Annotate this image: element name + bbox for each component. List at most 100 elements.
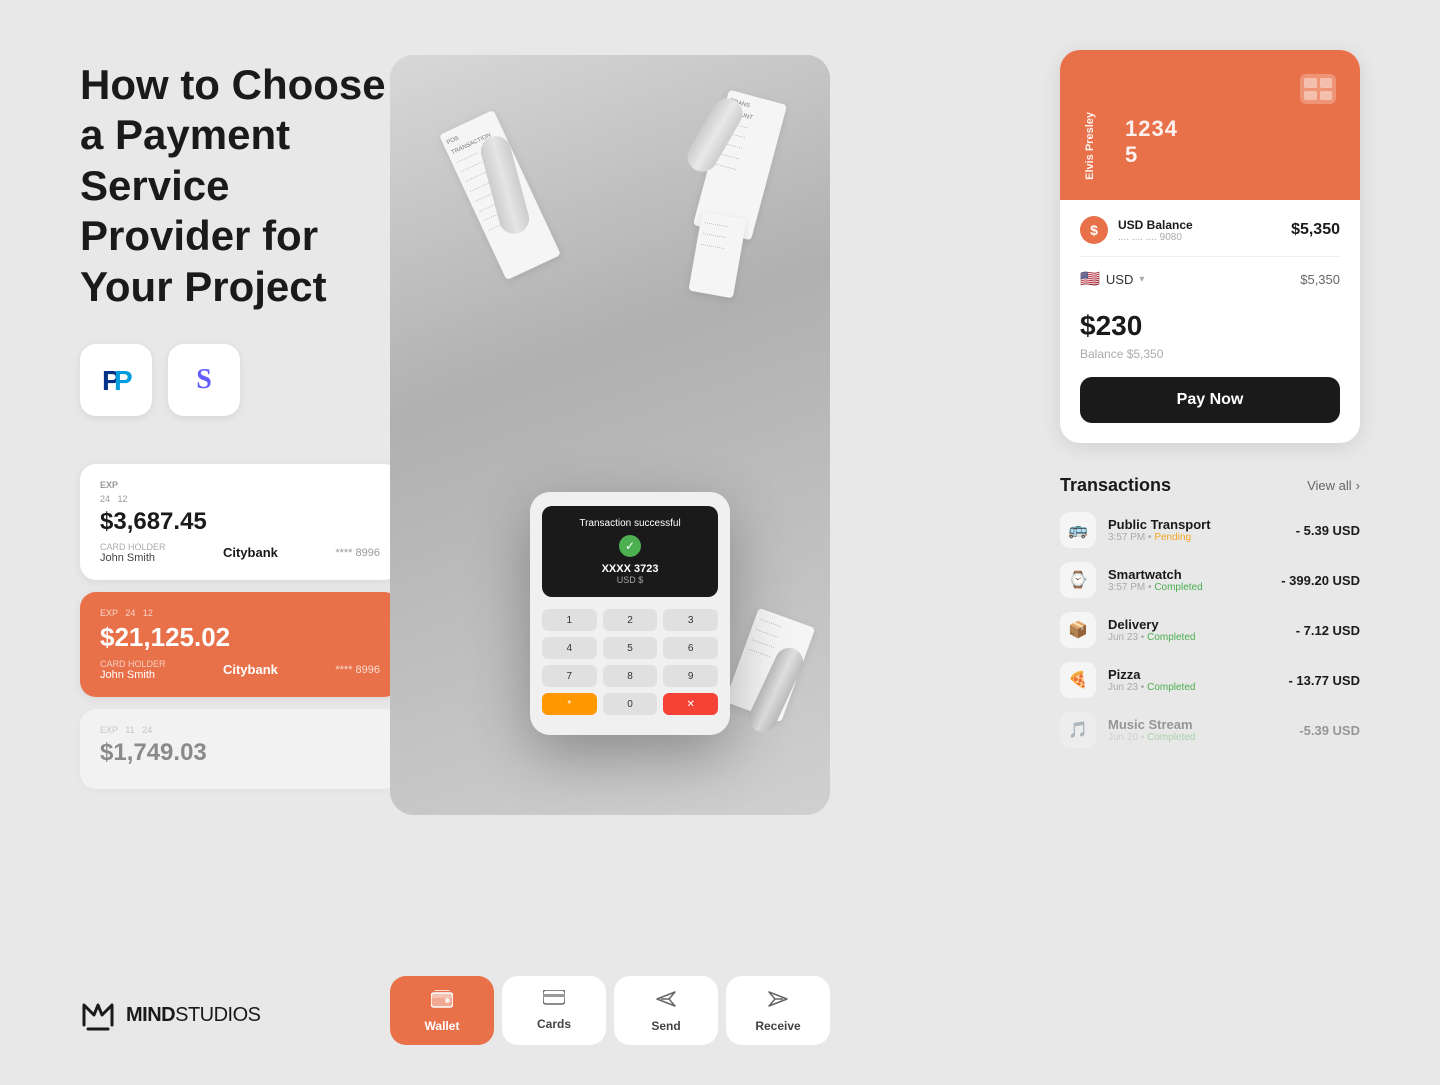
brand-logo: MINDSTUDIOS: [80, 997, 261, 1033]
key-1: 1: [542, 609, 597, 631]
balance-amount: $5,350: [1291, 221, 1340, 239]
view-all-button[interactable]: View all ›: [1307, 478, 1360, 493]
card-amount-1: $3,687.45: [100, 508, 380, 536]
card-number-1: **** 8996: [335, 547, 380, 559]
terminal-card-number: XXXX 3723: [554, 563, 706, 575]
key-5: 5: [603, 637, 658, 659]
dollar-icon: $: [1080, 216, 1108, 244]
bottom-nav: Wallet Cards Send: [390, 976, 830, 1045]
flag-icon: 🇺🇸: [1080, 269, 1100, 289]
currency-amount: $5,350: [1300, 272, 1340, 287]
balance-sub: Balance $5,350: [1080, 347, 1340, 361]
tx-info-5: Music Stream Jun 20 • Completed: [1108, 717, 1287, 743]
cards-widget: EXP 24 12 $3,687.45 Card holder John Smi…: [80, 464, 400, 789]
transaction-item-5: 🎵 Music Stream Jun 20 • Completed -5.39 …: [1060, 712, 1360, 748]
tab-wallet[interactable]: Wallet: [390, 976, 494, 1045]
tx-info-4: Pizza Jun 23 • Completed: [1108, 667, 1276, 693]
tx-date-5: Jun 20 • Completed: [1108, 732, 1287, 743]
balance-row: $ USD Balance .... .... .... 9080 $5,350: [1080, 216, 1340, 257]
tab-cards-label: Cards: [537, 1017, 571, 1031]
key-3: 3: [663, 609, 718, 631]
card-exp-dates: 24 12: [100, 494, 380, 504]
transaction-item-4: 🍕 Pizza Jun 23 • Completed - 13.77 USD: [1060, 662, 1360, 698]
tx-name-4: Pizza: [1108, 667, 1276, 682]
key-2: 2: [603, 609, 658, 631]
balance-left: $ USD Balance .... .... .... 9080: [1080, 216, 1193, 244]
transactions-section: Transactions View all › 🚌 Public Transpo…: [1060, 475, 1360, 748]
card-holder-name-2: John Smith: [100, 669, 166, 681]
stripe-logo: S: [168, 344, 240, 416]
tab-cards[interactable]: Cards: [502, 976, 606, 1045]
payment-card-body: $ USD Balance .... .... .... 9080 $5,350…: [1060, 200, 1360, 443]
key-4: 4: [542, 637, 597, 659]
tx-icon-smartwatch: ⌚: [1060, 562, 1096, 598]
key-0: 0: [603, 693, 658, 715]
transactions-header: Transactions View all ›: [1060, 475, 1360, 496]
key-7: 7: [542, 665, 597, 687]
terminal-screen: Transaction successful ✓ XXXX 3723 USD $: [542, 506, 718, 597]
tx-icon-transport: 🚌: [1060, 512, 1096, 548]
balance-label: USD Balance: [1118, 218, 1193, 232]
transactions-title: Transactions: [1060, 475, 1171, 496]
tx-date-4: Jun 23 • Completed: [1108, 682, 1276, 693]
card-faded: EXP 11 24 $1,749.03: [80, 709, 400, 789]
tx-date-2: 3:57 PM • Completed: [1108, 582, 1269, 593]
center-pos-image: POS TRANSACTION·························…: [390, 55, 830, 815]
balance-info: USD Balance .... .... .... 9080: [1118, 218, 1193, 243]
currency-code: USD: [1106, 272, 1133, 287]
chevron-right-icon: ›: [1356, 478, 1360, 493]
key-6: 6: [663, 637, 718, 659]
send-icon: [655, 990, 677, 1013]
headline: How to Choose a Payment Service Provider…: [80, 60, 400, 312]
tx-amount-5: -5.39 USD: [1299, 723, 1360, 738]
terminal-check-icon: ✓: [619, 535, 641, 557]
card-amount-2: $21,125.02: [100, 622, 380, 653]
chevron-down-icon: ▾: [1139, 274, 1144, 285]
wallet-icon: [431, 990, 453, 1013]
brand-bold: MIND: [126, 1004, 175, 1026]
pay-now-button[interactable]: Pay Now: [1080, 377, 1340, 423]
tab-receive[interactable]: Receive: [726, 976, 830, 1045]
key-9: 9: [663, 665, 718, 687]
send-amount-display: $230: [1080, 297, 1340, 345]
svg-text:P: P: [114, 365, 133, 396]
tab-wallet-label: Wallet: [425, 1019, 460, 1033]
left-column: How to Choose a Payment Service Provider…: [80, 60, 400, 789]
transaction-item-3: 📦 Delivery Jun 23 • Completed - 7.12 USD: [1060, 612, 1360, 648]
card-chip: [1300, 74, 1336, 104]
pos-terminal: Transaction successful ✓ XXXX 3723 USD $…: [530, 492, 730, 735]
tab-receive-label: Receive: [755, 1019, 800, 1033]
tx-date-3: Jun 23 • Completed: [1108, 632, 1284, 643]
transaction-item-1: 🚌 Public Transport 3:57 PM • Pending - 5…: [1060, 512, 1360, 548]
terminal-success-text: Transaction successful: [554, 518, 706, 529]
tx-amount-2: - 399.20 USD: [1281, 573, 1360, 588]
send-number: 230: [1096, 310, 1143, 341]
right-panel: Elvis Presley 12345 $ USD Balance: [1060, 50, 1360, 762]
tx-info-1: Public Transport 3:57 PM • Pending: [1108, 517, 1284, 543]
tx-name-2: Smartwatch: [1108, 567, 1269, 582]
receive-icon: [767, 990, 789, 1013]
tx-amount-4: - 13.77 USD: [1288, 673, 1360, 688]
cards-icon: [543, 990, 565, 1011]
tx-info-3: Delivery Jun 23 • Completed: [1108, 617, 1284, 643]
key-star: *: [542, 693, 597, 715]
main-container: How to Choose a Payment Service Provider…: [0, 0, 1440, 1085]
transaction-item-2: ⌚ Smartwatch 3:57 PM • Completed - 399.2…: [1060, 562, 1360, 598]
tx-info-2: Smartwatch 3:57 PM • Completed: [1108, 567, 1269, 593]
tx-name-1: Public Transport: [1108, 517, 1284, 532]
brand-regular: STUDIOS: [175, 1004, 260, 1026]
tx-date-1: 3:57 PM • Pending: [1108, 532, 1284, 543]
tx-amount-1: - 5.39 USD: [1296, 523, 1360, 538]
brand-text: MINDSTUDIOS: [126, 1004, 261, 1027]
payment-card-visual: Elvis Presley 12345: [1060, 50, 1360, 200]
card-holder-label-1: Card holder: [100, 542, 166, 552]
tx-icon-pizza: 🍕: [1060, 662, 1096, 698]
card-amount-3: $1,749.03: [100, 739, 380, 767]
pos-visual: POS TRANSACTION·························…: [390, 55, 830, 815]
card-holder-label-2: Card holder: [100, 659, 166, 669]
card-number-visual: 12345: [1125, 116, 1178, 168]
tab-send[interactable]: Send: [614, 976, 718, 1045]
card-bank-2: Citybank: [223, 662, 278, 677]
currency-selector[interactable]: 🇺🇸 USD ▾ $5,350: [1080, 269, 1340, 289]
key-8: 8: [603, 665, 658, 687]
